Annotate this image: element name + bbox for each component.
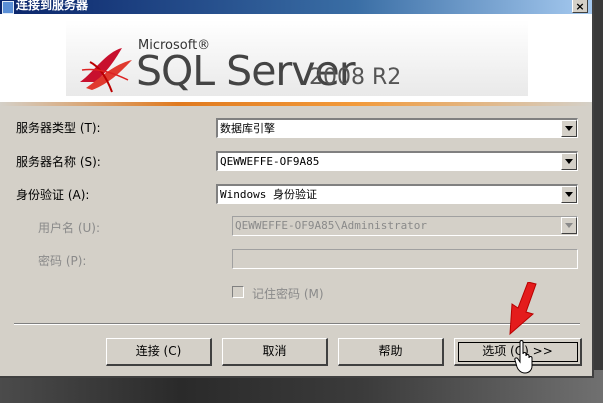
connect-to-server-dialog: 连接到服务器 × Microsoft® SQL Server 2008 R2 服… [0, 0, 594, 378]
password-field [232, 249, 578, 269]
username-label: 用户名 (U): [38, 221, 101, 235]
product-banner: Microsoft® SQL Server 2008 R2 [0, 14, 592, 102]
authentication-value: Windows 身份验证 [220, 188, 317, 201]
connect-button[interactable]: 连接 (C) [106, 338, 212, 366]
dropdown-arrow-icon[interactable] [561, 186, 577, 203]
remember-password-label: 记住密码 (M) [252, 287, 324, 301]
help-button[interactable]: 帮助 [338, 338, 444, 366]
checkbox-box [232, 286, 244, 298]
server-name-combobox[interactable]: QEWWEFFE-OF9A85 [216, 151, 578, 171]
authentication-select[interactable]: Windows 身份验证 [216, 184, 578, 204]
server-type-label: 服务器类型 (T): [16, 121, 101, 135]
sql-server-logo-icon [80, 48, 132, 93]
password-label: 密码 (P): [38, 254, 87, 268]
server-type-value: 数据库引擎 [220, 122, 275, 135]
authentication-label: 身份验证 (A): [16, 188, 90, 202]
server-name-value: QEWWEFFE-OF9A85 [220, 155, 320, 168]
banner-divider [0, 102, 592, 106]
dropdown-arrow-icon[interactable] [561, 153, 577, 170]
dropdown-arrow-icon[interactable] [561, 120, 577, 137]
product-version: 2008 R2 [309, 65, 402, 90]
dialog-title: 连接到服务器 [16, 0, 89, 12]
red-arrow-annotation [509, 282, 537, 336]
dropdown-arrow-icon [561, 217, 577, 234]
mouse-cursor-icon [514, 340, 533, 374]
cancel-button[interactable]: 取消 [222, 338, 328, 366]
username-combobox: QEWWEFFE-OF9A85\Administrator [232, 216, 578, 236]
username-value: QEWWEFFE-OF9A85\Administrator [235, 219, 428, 232]
app-icon [2, 1, 14, 14]
close-button[interactable]: × [572, 0, 588, 13]
server-type-select[interactable]: 数据库引擎 [216, 118, 578, 138]
server-name-label: 服务器名称 (S): [16, 155, 101, 169]
button-separator [14, 323, 580, 325]
title-bar[interactable]: 连接到服务器 × [0, 0, 592, 14]
